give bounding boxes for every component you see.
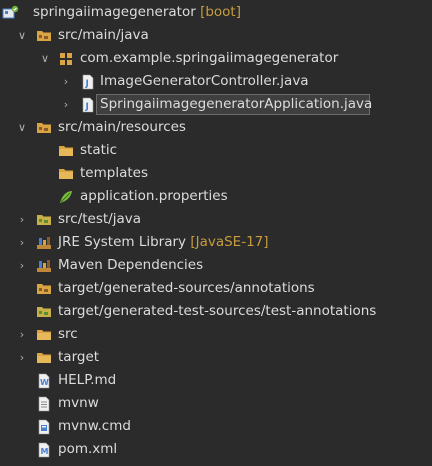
tree-item-application-properties[interactable]: application.properties: [0, 185, 432, 208]
folder-icon: [36, 327, 52, 343]
svg-text:J: J: [85, 79, 89, 89]
folder-icon: [58, 166, 74, 182]
tree-item-static[interactable]: static: [0, 139, 432, 162]
library-icon: [36, 235, 52, 251]
tree-item-src-test-java[interactable]: › src/test/java: [0, 208, 432, 231]
properties-file-icon: [58, 189, 74, 205]
tree-item-target[interactable]: › target: [0, 346, 432, 369]
tree-item-label: mvnw: [58, 395, 99, 411]
tree-item-jre-library[interactable]: › JRE System Library [JavaSE-17]: [0, 231, 432, 254]
library-icon: [36, 258, 52, 274]
tree-item-label: Maven Dependencies: [58, 257, 204, 273]
project-explorer-tree: springaiimagegenerator [boot] ∨ src/main…: [0, 0, 432, 462]
maven-pom-icon: M: [36, 442, 52, 458]
java-file-icon: J: [80, 97, 96, 113]
chevron-right-icon[interactable]: ›: [16, 254, 28, 277]
jre-decoration: [JavaSE-17]: [190, 234, 269, 250]
tree-item-label: target/generated-sources/annotations: [58, 280, 315, 296]
folder-icon: [36, 350, 52, 366]
package-icon: [58, 51, 74, 67]
text-file-icon: [36, 396, 52, 412]
tree-item-label: SpringaiimagegeneratorApplication.java: [100, 96, 373, 112]
tree-item-src-main-resources[interactable]: ∨ src/main/resources: [0, 116, 432, 139]
source-folder-icon: [36, 281, 52, 297]
tree-item-src-main-java[interactable]: ∨ src/main/java: [0, 24, 432, 47]
tree-item-label: com.example.springaiimagegenerator: [80, 50, 339, 66]
boot-decoration: [boot]: [200, 4, 241, 20]
test-source-folder-icon: [36, 304, 52, 320]
tree-item-controller-java[interactable]: › J ImageGeneratorController.java: [0, 70, 432, 93]
tree-item-label: static: [80, 142, 118, 158]
tree-item-label: mvnw.cmd: [58, 418, 131, 434]
tree-item-maven-dependencies[interactable]: › Maven Dependencies: [0, 254, 432, 277]
tree-item-label: src/main/java: [58, 27, 149, 43]
chevron-right-icon[interactable]: ›: [60, 93, 72, 116]
chevron-right-icon[interactable]: ›: [16, 346, 28, 369]
tree-item-project[interactable]: springaiimagegenerator [boot]: [0, 1, 432, 24]
svg-text:W: W: [40, 378, 49, 387]
boot-project-icon: [2, 5, 19, 21]
tree-item-label: pom.xml: [58, 441, 118, 457]
chevron-down-icon[interactable]: ∨: [16, 116, 28, 139]
svg-text:M: M: [41, 447, 49, 456]
source-folder-icon: [36, 120, 52, 136]
tree-item-label: target/generated-test-sources/test-annot…: [58, 303, 377, 319]
tree-item-label: templates: [80, 165, 148, 181]
tree-item-label: JRE System Library [JavaSE-17]: [58, 234, 269, 250]
tree-item-label: application.properties: [80, 188, 228, 204]
chevron-down-icon[interactable]: ∨: [16, 24, 28, 47]
tree-item-label: ImageGeneratorController.java: [100, 73, 309, 89]
test-source-folder-icon: [36, 212, 52, 228]
tree-item-package[interactable]: ∨ com.example.springaiimagegenerator: [0, 47, 432, 70]
chevron-right-icon[interactable]: ›: [16, 323, 28, 346]
cmd-file-icon: [36, 419, 52, 435]
tree-item-src[interactable]: › src: [0, 323, 432, 346]
chevron-right-icon[interactable]: ›: [16, 208, 28, 231]
chevron-right-icon[interactable]: ›: [16, 231, 28, 254]
tree-item-label: HELP.md: [58, 372, 117, 388]
tree-item-mvnw[interactable]: mvnw: [0, 392, 432, 415]
tree-item-label: src/main/resources: [58, 119, 186, 135]
tree-item-templates[interactable]: templates: [0, 162, 432, 185]
tree-item-generated-test-sources[interactable]: target/generated-test-sources/test-annot…: [0, 300, 432, 323]
tree-item-label: src: [58, 326, 78, 342]
tree-item-pom-xml[interactable]: M pom.xml: [0, 438, 432, 461]
tree-item-label: src/test/java: [58, 211, 142, 227]
chevron-right-icon[interactable]: ›: [60, 70, 72, 93]
java-file-icon: J: [80, 74, 96, 90]
tree-item-generated-sources[interactable]: target/generated-sources/annotations: [0, 277, 432, 300]
tree-item-label: target: [58, 349, 100, 365]
tree-item-help-md[interactable]: W HELP.md: [0, 369, 432, 392]
folder-icon: [58, 143, 74, 159]
svg-text:J: J: [85, 102, 89, 112]
source-folder-icon: [36, 28, 52, 44]
markdown-file-icon: W: [36, 373, 52, 389]
tree-item-label: springaiimagegenerator [boot]: [33, 4, 241, 20]
tree-item-application-java[interactable]: › J SpringaiimagegeneratorApplication.ja…: [0, 93, 432, 116]
chevron-down-icon[interactable]: ∨: [39, 47, 51, 70]
tree-item-mvnw-cmd[interactable]: mvnw.cmd: [0, 415, 432, 438]
